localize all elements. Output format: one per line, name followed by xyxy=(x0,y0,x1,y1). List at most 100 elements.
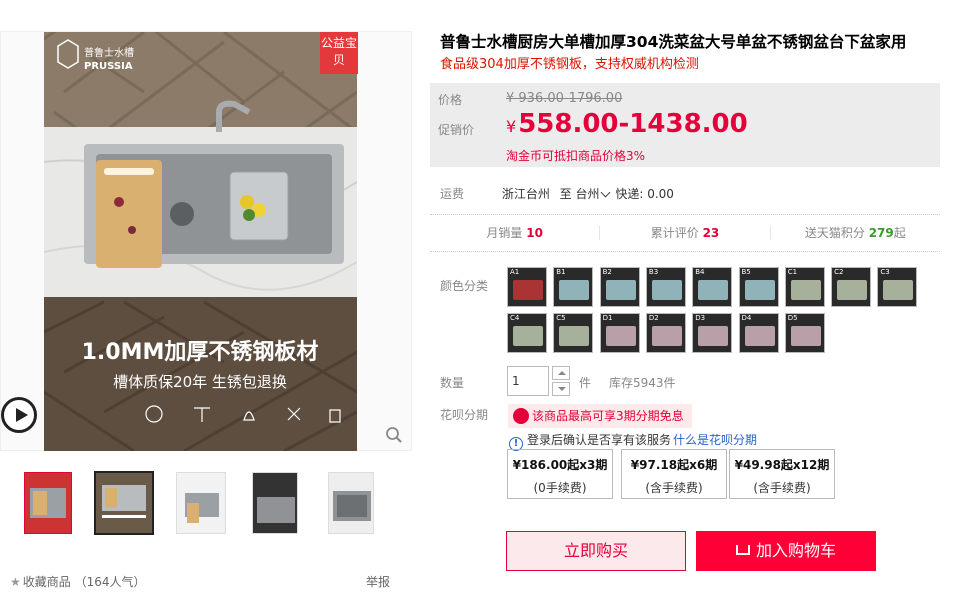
ship-to-selector[interactable]: 台州 xyxy=(576,187,612,201)
swatch-code: C1 xyxy=(787,268,798,276)
color-swatch-c2[interactable]: C2 xyxy=(831,267,872,307)
coin-discount-note: 淘金币可抵扣商品价格3% xyxy=(506,149,646,163)
zoom-search-icon[interactable] xyxy=(385,426,403,444)
color-swatch-c1[interactable]: C1 xyxy=(784,267,825,307)
color-swatch-b2[interactable]: B2 xyxy=(599,267,640,307)
thumbnail[interactable] xyxy=(252,472,298,534)
color-swatch-b4[interactable]: B4 xyxy=(692,267,733,307)
swatch-thumbnail xyxy=(559,326,590,346)
product-subtitle: 食品级304加厚不锈钢板，支持权威机构检测 xyxy=(440,57,699,72)
thumbnail[interactable] xyxy=(176,472,226,534)
ship-to: 台州 xyxy=(575,187,600,201)
main-product-image[interactable]: 普鲁士水槽 PRUSSIA 1.0MM加厚不锈钢板材 槽体质保20年 生锈包退换 xyxy=(44,32,357,451)
color-swatch-d3[interactable]: D3 xyxy=(692,313,733,353)
swatch-code: A1 xyxy=(510,268,520,276)
swatch-thumbnail xyxy=(605,280,636,300)
huabei-promo: 该商品最高可享3期分期免息 xyxy=(508,404,692,428)
color-swatch-c3[interactable]: C3 xyxy=(877,267,918,307)
swatch-thumbnail xyxy=(559,280,590,300)
star-icon: ★ xyxy=(10,575,21,589)
buy-now-button[interactable]: 立即购买 xyxy=(506,531,686,571)
huabei-label: 花呗分期 xyxy=(440,408,489,422)
charity-badge: 公益宝贝 xyxy=(320,32,358,74)
swatch-thumbnail xyxy=(744,280,775,300)
swatch-code: D1 xyxy=(602,314,613,322)
add-to-cart-button[interactable]: 加入购物车 xyxy=(696,531,876,571)
swatch-thumbnail xyxy=(651,280,682,300)
brand-name-en: PRUSSIA xyxy=(84,61,133,72)
swatch-thumbnail xyxy=(744,326,775,346)
swatch-code: B3 xyxy=(648,268,659,276)
color-swatch-d5[interactable]: D5 xyxy=(784,313,825,353)
swatch-thumbnail xyxy=(651,326,682,346)
quantity-decrease-button[interactable] xyxy=(552,382,570,396)
thumbnail-strip xyxy=(24,471,384,535)
cart-icon xyxy=(735,545,750,555)
color-swatch-b3[interactable]: B3 xyxy=(645,267,686,307)
quantity-input[interactable] xyxy=(507,366,549,396)
swatch-code: B5 xyxy=(741,268,751,276)
swatch-code: B1 xyxy=(556,268,566,276)
swatch-thumbnail xyxy=(790,326,821,346)
swatch-thumbnail xyxy=(698,280,729,300)
swatch-code: D5 xyxy=(787,314,798,322)
stat-tmall-points: 送天猫积分 279起 xyxy=(804,226,906,240)
chevron-down-icon xyxy=(600,187,610,198)
color-swatch-d1[interactable]: D1 xyxy=(599,313,640,353)
swatch-code: C5 xyxy=(556,314,566,322)
product-gallery: 普鲁士水槽 PRUSSIA 1.0MM加厚不锈钢板材 槽体质保20年 生锈包退换… xyxy=(0,31,412,451)
color-swatch-a1[interactable]: A1 xyxy=(507,267,547,307)
installment-option-3[interactable]: ¥186.00起x3期 (0手续费) xyxy=(507,449,613,499)
swatch-thumbnail xyxy=(837,280,868,300)
swatch-code: D3 xyxy=(695,314,706,322)
stock-count: 库存5943件 xyxy=(609,376,676,390)
color-label: 颜色分类 xyxy=(440,279,489,293)
orig-price: ¥ 936.00-1796.00 xyxy=(506,91,623,106)
shipping-label: 运费 xyxy=(440,187,465,201)
color-swatch-c4[interactable]: C4 xyxy=(507,313,547,353)
swatch-code: C2 xyxy=(834,268,844,276)
report-link[interactable]: 举报 xyxy=(366,573,390,590)
stat-reviews[interactable]: 累计评价 23 xyxy=(600,226,771,240)
ship-to-prefix: 至 xyxy=(559,187,572,201)
orig-price-label: 价格 xyxy=(438,93,463,107)
color-swatch-d2[interactable]: D2 xyxy=(645,313,686,353)
swatch-code: B4 xyxy=(695,268,705,276)
quantity-unit: 件 xyxy=(579,376,592,390)
swatch-thumbnail xyxy=(698,326,729,346)
color-swatch-b1[interactable]: B1 xyxy=(553,267,594,307)
installment-option-12[interactable]: ¥49.98起x12期 (含手续费) xyxy=(729,449,835,499)
swatch-code: B2 xyxy=(602,268,612,276)
quantity-increase-button[interactable] xyxy=(552,366,570,380)
image-headline: 1.0MM加厚不锈钢板材 xyxy=(82,339,319,365)
thumbnail[interactable] xyxy=(24,472,72,534)
huabei-help-link[interactable]: 什么是花呗分期 xyxy=(673,433,757,447)
color-swatch-b5[interactable]: B5 xyxy=(738,267,779,307)
color-swatch-d4[interactable]: D4 xyxy=(738,313,779,353)
installment-option-6[interactable]: ¥97.18起x6期 (含手续费) xyxy=(621,449,727,499)
favorite-label: 收藏商品 xyxy=(22,575,71,589)
swatch-thumbnail xyxy=(513,326,543,346)
promo-price-label: 促销价 xyxy=(438,123,475,137)
thumbnail-active[interactable] xyxy=(94,471,154,535)
product-title: 普鲁士水槽厨房大单槽加厚304洗菜盆大号单盆不锈钢盆台下盆家用 xyxy=(440,33,907,51)
swatch-code: D4 xyxy=(741,314,752,322)
shipping-row: 运费 浙江台州 至 台州 快递: 0.00 xyxy=(440,185,674,202)
promo-price-value: 558.00-1438.00 xyxy=(518,109,748,139)
stat-monthly-sales: 月销量 10 xyxy=(430,226,601,240)
sales-stats: 月销量 10 累计评价 23 送天猫积分 279起 xyxy=(430,214,940,252)
color-swatch-c5[interactable]: C5 xyxy=(553,313,594,353)
swatch-code: C4 xyxy=(510,314,520,322)
price-panel: 价格 ¥ 936.00-1796.00 促销价 ¥558.00-1438.00 … xyxy=(430,83,940,167)
swatch-thumbnail xyxy=(605,326,636,346)
swatch-code: D2 xyxy=(648,314,659,322)
brand-name-cn: 普鲁士水槽 xyxy=(84,46,134,59)
ship-from: 浙江台州 xyxy=(501,187,550,201)
thumbnail[interactable] xyxy=(328,472,374,534)
favorite-product[interactable]: ★ 收藏商品 （164人气） xyxy=(10,573,146,590)
huabei-note: ! 登录后确认是否享有该服务 什么是花呗分期 xyxy=(509,431,757,451)
play-video-icon[interactable] xyxy=(1,397,37,433)
promo-price: ¥558.00-1438.00 xyxy=(506,109,748,139)
swatch-thumbnail xyxy=(790,280,821,300)
add-to-cart-label: 加入购物车 xyxy=(755,541,836,560)
